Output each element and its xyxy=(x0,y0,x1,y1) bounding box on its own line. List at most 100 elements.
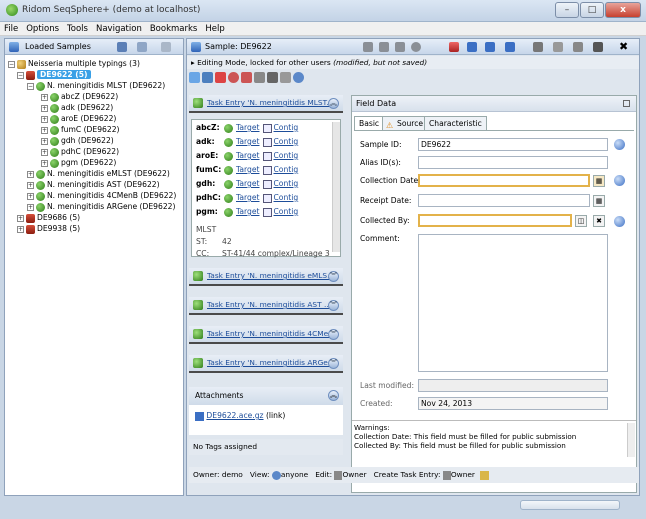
expand-toggle[interactable]: + xyxy=(27,181,34,189)
expand-toggle[interactable]: − xyxy=(8,60,15,68)
warnings-scrollbar[interactable] xyxy=(627,423,635,457)
attach-icon[interactable] xyxy=(254,72,265,83)
browse-icon[interactable]: ◫ xyxy=(575,215,587,227)
group-icon[interactable] xyxy=(117,42,127,52)
pin-icon[interactable] xyxy=(280,72,291,83)
tree-gene[interactable]: + abcZ (DE9622) xyxy=(41,91,118,102)
target-link[interactable]: Target xyxy=(236,193,260,202)
expand-toggle[interactable]: + xyxy=(41,159,48,167)
alias-field[interactable] xyxy=(418,156,608,169)
compare-icon[interactable] xyxy=(379,42,389,52)
expand-toggle[interactable]: + xyxy=(41,137,48,145)
task-entry-emlst[interactable]: Task Entry 'N. meningitidis eMLS... ︾ xyxy=(189,268,343,286)
expand-icon[interactable]: ︾ xyxy=(328,300,339,311)
record-icon[interactable] xyxy=(411,42,421,52)
tree-sample-de9686[interactable]: + DE9686 (5) xyxy=(17,212,80,223)
expand-icon[interactable]: ︾ xyxy=(328,358,339,369)
contig-link[interactable]: Contig xyxy=(274,193,299,202)
task-entry-label[interactable]: Task Entry 'N. meningitidis AST ... xyxy=(207,300,331,309)
tab-source[interactable]: ⚠ Source xyxy=(382,116,429,130)
menu-help[interactable]: Help xyxy=(201,22,228,36)
expand-icon[interactable]: ︾ xyxy=(328,329,339,340)
tree-gene[interactable]: + pdhC (DE9622) xyxy=(41,146,119,157)
expand-toggle[interactable]: − xyxy=(17,71,24,79)
collapse-icon[interactable] xyxy=(161,42,171,52)
target-icon[interactable] xyxy=(228,72,239,83)
sample-id-field[interactable]: DE9622 xyxy=(418,138,608,151)
calendar-icon[interactable]: ▦ xyxy=(593,195,605,207)
tree-sample-de9622[interactable]: − DE9622 (5) xyxy=(17,69,91,80)
expand-toggle[interactable]: + xyxy=(41,93,48,101)
collection-date-field[interactable] xyxy=(418,174,590,187)
task-entry-label[interactable]: Task Entry 'N. meningitidis eMLS... xyxy=(207,271,334,280)
tree-item-emlst[interactable]: + N. meningitidis eMLST (DE9622) xyxy=(27,168,170,179)
close-tab-icon[interactable]: ✖ xyxy=(619,40,628,53)
tree-gene[interactable]: + adk (DE9622) xyxy=(41,102,113,113)
task-entry-label[interactable]: Task Entry 'N. meningitidis ARGe... xyxy=(207,358,335,367)
tab-basic[interactable]: Basic xyxy=(354,116,385,130)
forward-icon[interactable] xyxy=(485,42,495,52)
tree-gene[interactable]: + fumC (DE9622) xyxy=(41,124,120,135)
expand-toggle[interactable]: + xyxy=(27,192,34,200)
lock-icon[interactable] xyxy=(573,42,583,52)
tree-item-mlst[interactable]: − N. meningitidis MLST (DE9622) xyxy=(27,80,165,91)
expand-toggle[interactable]: + xyxy=(27,170,34,178)
task-entry-label[interactable]: Task Entry 'N. meningitidis MLST... xyxy=(207,98,333,107)
minimize-button[interactable]: – xyxy=(555,2,579,18)
view-value[interactable]: anyone xyxy=(281,470,308,479)
filter-icon[interactable] xyxy=(363,42,373,52)
tree-item-ast[interactable]: + N. meningitidis AST (DE9622) xyxy=(27,179,160,190)
target-link[interactable]: Target xyxy=(236,165,260,174)
expand-toggle[interactable]: − xyxy=(27,82,34,90)
tree-root[interactable]: − Neisseria multiple typings (3) xyxy=(8,58,140,69)
menu-file[interactable]: File xyxy=(0,22,22,36)
print-icon[interactable] xyxy=(553,42,563,52)
copy-icon[interactable] xyxy=(267,72,278,83)
back-icon[interactable] xyxy=(467,42,477,52)
lookup-icon[interactable] xyxy=(614,216,625,227)
comment-field[interactable] xyxy=(418,234,608,372)
tool-icon[interactable] xyxy=(533,42,543,52)
contig-link[interactable]: Contig xyxy=(274,137,299,146)
edit-value[interactable]: Owner xyxy=(342,470,366,479)
mlst-scrollbar[interactable] xyxy=(332,122,340,252)
task-entry-4cmenb[interactable]: Task Entry 'N. meningitidis 4CMe... ︾ xyxy=(189,326,343,344)
assemble-icon[interactable] xyxy=(202,72,213,83)
expand-toggle[interactable]: + xyxy=(41,115,48,123)
tree-item-argene[interactable]: + N. meningitidis ARGene (DE9622) xyxy=(27,201,175,212)
contig-link[interactable]: Contig xyxy=(274,151,299,160)
expand-toggle[interactable]: + xyxy=(27,203,34,211)
lookup-icon[interactable] xyxy=(614,139,625,150)
menu-tools[interactable]: Tools xyxy=(63,22,92,36)
lookup-icon[interactable] xyxy=(614,175,625,186)
contig-link[interactable]: Contig xyxy=(274,123,299,132)
upload-icon[interactable] xyxy=(395,42,405,52)
home-icon[interactable] xyxy=(449,42,459,52)
target-link[interactable]: Target xyxy=(236,207,260,216)
calendar-icon[interactable]: ▦ xyxy=(593,175,605,187)
maximize-button[interactable]: □ xyxy=(580,2,604,18)
target-link[interactable]: Target xyxy=(236,151,260,160)
collapse-icon[interactable]: ︽ xyxy=(328,98,339,109)
maximize-icon[interactable] xyxy=(623,100,630,107)
expand-toggle[interactable]: + xyxy=(17,214,24,222)
expand-toggle[interactable]: + xyxy=(41,126,48,134)
attachment-link[interactable]: DE9622.ace.gz xyxy=(206,411,263,420)
task-entry-label[interactable]: Task Entry 'N. meningitidis 4CMe... xyxy=(207,329,335,338)
create-task-value[interactable]: Owner xyxy=(451,470,475,479)
task-entry-ast[interactable]: Task Entry 'N. meningitidis AST ... ︾ xyxy=(189,297,343,315)
target-link[interactable]: Target xyxy=(236,137,260,146)
tree-item-4cmenb[interactable]: + N. meningitidis 4CMenB (DE9622) xyxy=(27,190,176,201)
delete-icon[interactable] xyxy=(215,72,226,83)
menu-navigation[interactable]: Navigation xyxy=(92,22,146,36)
lock-icon[interactable] xyxy=(241,72,252,83)
expand-icon[interactable]: ︾ xyxy=(328,271,339,282)
clear-icon[interactable]: ✖ xyxy=(593,215,605,227)
tree-gene[interactable]: + gdh (DE9622) xyxy=(41,135,114,146)
save-icon[interactable] xyxy=(593,42,603,52)
close-button[interactable]: x xyxy=(605,2,641,18)
search-icon[interactable] xyxy=(293,72,304,83)
contig-link[interactable]: Contig xyxy=(274,207,299,216)
task-entry-argene[interactable]: Task Entry 'N. meningitidis ARGe... ︾ xyxy=(189,355,343,373)
tree-gene[interactable]: + pgm (DE9622) xyxy=(41,157,116,168)
